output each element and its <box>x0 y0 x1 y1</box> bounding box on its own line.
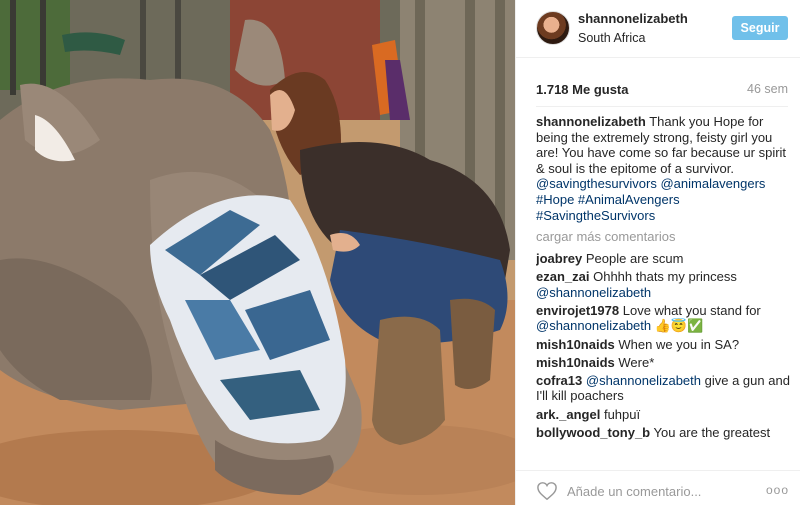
comment-footer: Añade un comentario... ooo <box>516 470 800 505</box>
divider <box>536 106 788 107</box>
post-photo[interactable] <box>0 0 515 505</box>
avatar[interactable] <box>536 11 570 45</box>
caption: shannonelizabeth Thank you Hope for bein… <box>536 114 791 223</box>
comment-text: When we you in SA? <box>618 336 740 352</box>
comment-item: ark._angel fuhpuï <box>536 407 791 423</box>
more-options-icon[interactable]: ooo <box>766 483 789 497</box>
post-header: shannonelizabeth South Africa Seguir <box>516 0 800 58</box>
comment-username[interactable]: ezan_zai <box>536 269 589 284</box>
post-time[interactable]: 46 sem <box>747 82 788 96</box>
comment-item: bollywood_tony_b You are the greatest <box>536 425 791 441</box>
comment-text: Love what you stand for <box>622 302 761 318</box>
comment-text: Were* <box>618 354 655 370</box>
likes-count[interactable]: 1.718 Me gusta <box>536 82 629 97</box>
rhino-photo-illustration <box>0 0 515 505</box>
follow-button[interactable]: Seguir <box>732 16 788 40</box>
heart-icon[interactable] <box>536 481 558 501</box>
comment-item: mish10naids When we you in SA? <box>536 337 791 353</box>
likes-row: 1.718 Me gusta 46 sem <box>536 82 788 98</box>
comments-list[interactable]: shannonelizabeth Thank you Hope for bein… <box>536 114 791 462</box>
comment-username[interactable]: joabrey <box>536 251 582 266</box>
comment-item: mish10naids Were* <box>536 355 791 371</box>
comment-username[interactable]: bollywood_tony_b <box>536 425 650 440</box>
comment-username[interactable]: cofra13 <box>536 373 582 388</box>
add-comment-input[interactable]: Añade un comentario... <box>567 484 701 499</box>
comment-item: cofra13 @shannonelizabeth give a gun and… <box>536 373 791 404</box>
comment-username[interactable]: mish10naids <box>536 337 615 352</box>
post-location[interactable]: South Africa <box>578 31 645 45</box>
comment-mention[interactable]: @shannonelizabeth <box>536 285 651 300</box>
comment-username[interactable]: ark._angel <box>536 407 600 422</box>
comment-text: Ohhhh thats my princess <box>593 268 737 284</box>
comment-username[interactable]: envirojet1978 <box>536 303 619 318</box>
comment-item: envirojet1978 Love what you stand for @s… <box>536 303 791 334</box>
comment-mention[interactable]: @shannonelizabeth <box>586 373 701 388</box>
caption-username[interactable]: shannonelizabeth <box>536 114 646 129</box>
comment-username[interactable]: mish10naids <box>536 355 615 370</box>
load-more-comments[interactable]: cargar más comentarios <box>536 229 791 245</box>
caption-tags[interactable]: @savingthesurvivors @animalavengers #Hop… <box>536 176 765 222</box>
post-sidebar: shannonelizabeth South Africa Seguir 1.7… <box>515 0 800 505</box>
comment-item: joabrey People are scum <box>536 251 791 267</box>
comment-text: People are scum <box>585 250 684 266</box>
comment-text: fuhpuï <box>603 406 641 422</box>
comment-text: You are the greatest <box>653 424 771 440</box>
comment-item: ezan_zai Ohhhh thats my princess @shanno… <box>536 269 791 300</box>
comment-mention[interactable]: @shannonelizabeth 👍😇✅ <box>536 318 703 333</box>
post-username[interactable]: shannonelizabeth <box>578 11 688 26</box>
